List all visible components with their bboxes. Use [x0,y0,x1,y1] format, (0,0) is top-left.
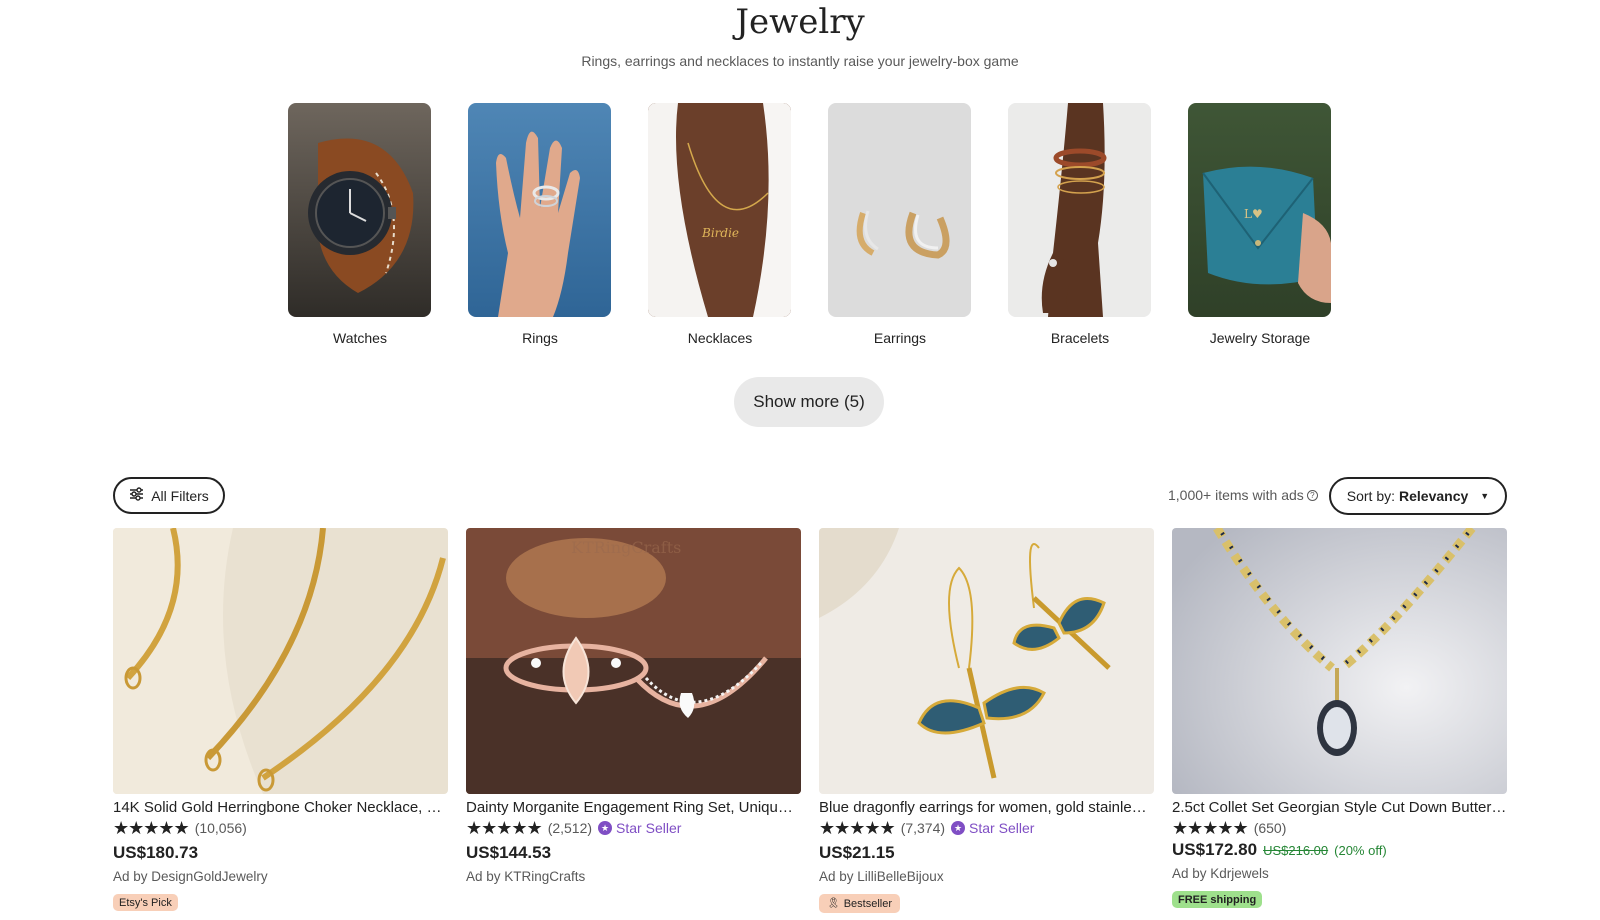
all-filters-button[interactable]: All Filters [113,477,225,514]
svg-text:Birdie: Birdie [701,226,739,240]
filter-sliders-icon [129,487,144,504]
star-seller-badge: ★ Star Seller [598,820,681,836]
rating-row: ★★★★★ (10,056) [113,819,448,837]
category-watches[interactable]: Watches [288,103,432,346]
listing-card[interactable]: KTRingCrafts Dainty Morganite Engagement… [466,528,801,884]
original-price: US$216.00 [1263,843,1329,858]
category-label: Jewelry Storage [1209,330,1311,346]
svg-text:L♥: L♥ [1244,207,1263,221]
results-count-text: 1,000+ items with ads [1168,487,1304,503]
listing-card[interactable]: 14K Solid Gold Herringbone Choker Neckla… [113,528,448,911]
rating-count: (10,056) [194,820,247,836]
star-seller-badge: ★ Star Seller [951,820,1034,836]
show-more-button[interactable]: Show more (5) [734,377,884,427]
star-rating-icon: ★★★★★ [819,818,896,838]
category-label: Earrings [873,330,927,346]
discount-label: (20% off) [1334,843,1387,858]
category-image-rings[interactable] [468,103,611,317]
rating-count: (7,374) [900,820,946,836]
listing-image[interactable] [819,528,1154,794]
ad-by-shop[interactable]: Ad by Kdrjewels [1172,866,1507,881]
ad-by-shop[interactable]: Ad by DesignGoldJewelry [113,869,448,884]
free-shipping-badge: FREE shipping [1172,891,1263,908]
star-rating-icon: ★★★★★ [1172,818,1249,838]
price: US$180.73 [113,843,199,862]
all-filters-label: All Filters [151,487,209,504]
price-row: US$144.53 [466,843,801,863]
star-rating-icon: ★★★★★ [113,818,190,838]
category-rings[interactable]: Rings [468,103,612,346]
price: US$21.15 [819,843,895,862]
price-row: US$180.73 [113,843,448,863]
ad-by-shop[interactable]: Ad by KTRingCrafts [466,869,801,884]
category-image-earrings[interactable] [828,103,971,317]
listing-card[interactable]: 2.5ct Collet Set Georgian Style Cut Down… [1172,528,1507,908]
rating-count: (650) [1253,820,1287,836]
category-label: Watches [333,330,387,346]
listing-grid: 14K Solid Gold Herringbone Choker Neckla… [113,528,1507,920]
rating-row: ★★★★★ (2,512) ★ Star Seller [466,819,801,837]
listing-image[interactable]: KTRingCrafts [466,528,801,794]
star-rating-icon: ★★★★★ [466,818,543,838]
rating-row: ★★★★★ (650) [1172,819,1507,837]
category-image-bracelets[interactable] [1008,103,1151,317]
category-jewelry-storage[interactable]: L♥ Jewelry Storage [1188,103,1332,346]
price-row: US$172.80 US$216.00 (20% off) [1172,840,1507,860]
sort-prefix: Sort by: [1346,488,1396,504]
category-label: Bracelets [1050,330,1110,346]
listing-title[interactable]: Dainty Morganite Engagement Ring Set, Un… [466,799,801,816]
rating-count: (2,512) [547,820,593,836]
listing-image[interactable] [113,528,448,794]
award-ribbon-icon: 🎗 [827,898,840,909]
sort-button[interactable]: Sort by: Relevancy ▼ [1329,477,1507,515]
price: US$144.53 [466,843,552,862]
etsys-pick-badge: Etsy's Pick [113,894,178,911]
listing-title[interactable]: 2.5ct Collet Set Georgian Style Cut Down… [1172,799,1507,816]
category-image-watches[interactable] [288,103,431,317]
listing-title[interactable]: Blue dragonfly earrings for women, gold … [819,799,1154,816]
star-seller-icon: ★ [951,821,966,835]
caret-down-icon: ▼ [1480,491,1490,501]
sort-value: Relevancy [1399,488,1469,504]
listing-title[interactable]: 14K Solid Gold Herringbone Choker Neckla… [113,799,448,816]
rating-row: ★★★★★ (7,374) ★ Star Seller [819,819,1154,837]
listing-card[interactable]: Blue dragonfly earrings for women, gold … [819,528,1154,913]
price: US$172.80 [1172,840,1258,859]
price-row: US$21.15 [819,843,1154,863]
star-seller-icon: ★ [598,821,613,835]
category-bracelets[interactable]: Bracelets [1008,103,1152,346]
page-subtitle: Rings, earrings and necklaces to instant… [581,53,1019,69]
category-label: Necklaces [687,330,753,346]
star-seller-label: Star Seller [616,820,682,836]
category-image-necklaces[interactable]: Birdie [648,103,791,317]
category-image-jewelry-storage[interactable]: L♥ [1188,103,1331,317]
star-seller-label: Star Seller [969,820,1035,836]
category-earrings[interactable]: Earrings [828,103,972,346]
watermark-text: KTRingCrafts [571,538,681,557]
category-label: Rings [522,330,558,346]
page-title: Jewelry [735,2,865,42]
bestseller-badge: 🎗 Bestseller [819,894,900,913]
bestseller-label: Bestseller [843,897,892,910]
listing-image[interactable] [1172,528,1507,794]
category-necklaces[interactable]: Birdie Necklaces [648,103,792,346]
ad-by-shop[interactable]: Ad by LilliBelleBijoux [819,869,1154,884]
results-count: 1,000+ items with ads ? [1168,487,1318,503]
help-icon[interactable]: ? [1306,489,1318,501]
